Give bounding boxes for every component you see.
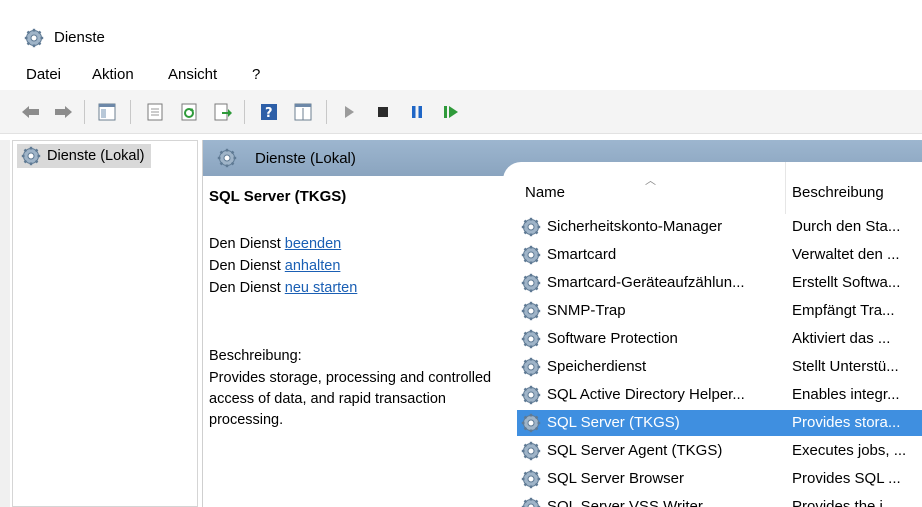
description-label: Beschreibung:: [209, 348, 302, 364]
table-row[interactable]: Sicherheitskonto-Manager Durch den Sta...: [517, 214, 922, 240]
service-gear-icon: [521, 413, 541, 433]
service-description-cell: Provides stora...: [792, 414, 901, 431]
service-description-cell: Provides SQL ...: [792, 470, 901, 487]
forward-arrow-icon[interactable]: [52, 101, 74, 123]
sort-ascending-icon: ︿: [645, 175, 656, 187]
service-gear-icon: [521, 357, 541, 377]
table-row[interactable]: SQL Active Directory Helper... Enables in…: [517, 382, 922, 408]
pause-service-icon[interactable]: [406, 101, 428, 123]
table-row[interactable]: SQL Server Agent (TKGS) Executes jobs, ..…: [517, 438, 922, 464]
services-list: ︿ Name Beschreibung Sicherheitskonto-Man…: [503, 162, 922, 507]
restart-service-link[interactable]: neu starten: [285, 280, 358, 296]
service-description-cell: Enables integr...: [792, 386, 900, 403]
show-hide-console-tree-icon[interactable]: [96, 101, 118, 123]
toolbar-separator: [84, 100, 85, 124]
service-description-cell: Aktiviert das ...: [792, 330, 891, 347]
stop-service-link[interactable]: beenden: [285, 236, 341, 252]
export-list-icon[interactable]: [212, 101, 234, 123]
service-name-cell: Speicherdienst: [547, 358, 647, 375]
stop-service-icon[interactable]: [372, 101, 394, 123]
service-name-cell: SQL Active Directory Helper...: [547, 386, 745, 403]
action-prefix: Den Dienst: [209, 258, 285, 274]
service-gear-icon: [521, 329, 541, 349]
service-description-cell: Provides the i...: [792, 498, 896, 507]
services-gear-icon: [217, 148, 237, 168]
action-stop: Den Dienst beenden: [209, 236, 341, 252]
table-row[interactable]: Speicherdienst Stellt Unterstü...: [517, 354, 922, 380]
toolbar-separator: [244, 100, 245, 124]
tree-item-services-local[interactable]: Dienste (Lokal): [17, 144, 151, 168]
menu-help[interactable]: ?: [252, 66, 260, 83]
action-restart: Den Dienst neu starten: [209, 280, 357, 296]
service-gear-icon: [521, 273, 541, 293]
window-title: Dienste: [54, 29, 105, 46]
action-prefix: Den Dienst: [209, 236, 285, 252]
service-description-cell: Executes jobs, ...: [792, 442, 907, 459]
console-tree: Dienste (Lokal): [12, 140, 198, 507]
table-row[interactable]: SQL Server VSS Writer Provides the i...: [517, 494, 922, 507]
service-description-cell: Empfängt Tra...: [792, 302, 895, 319]
service-gear-icon: [521, 217, 541, 237]
services-gear-icon: [24, 28, 44, 48]
pause-service-link[interactable]: anhalten: [285, 258, 341, 274]
service-name-cell: SQL Server Browser: [547, 470, 684, 487]
service-gear-icon: [521, 497, 541, 507]
service-gear-icon: [521, 301, 541, 321]
tree-item-label: Dienste (Lokal): [47, 148, 145, 164]
service-gear-icon: [521, 385, 541, 405]
service-description-cell: Durch den Sta...: [792, 218, 901, 235]
service-description-cell: Stellt Unterstü...: [792, 358, 899, 375]
table-row[interactable]: Smartcard-Geräteaufzählun... Erstellt Sof…: [517, 270, 922, 296]
services-panel: Dienste (Lokal) SQL Server (TKGS) Den Di…: [202, 140, 922, 507]
service-name-cell: Smartcard-Geräteaufzählun...: [547, 274, 745, 291]
toolbar-separator: [130, 100, 131, 124]
resume-service-icon[interactable]: [440, 101, 462, 123]
service-name-cell: SQL Server VSS Writer: [547, 498, 703, 507]
service-gear-icon: [521, 469, 541, 489]
refresh-icon[interactable]: [178, 101, 200, 123]
properties-icon[interactable]: [144, 101, 166, 123]
menu-datei[interactable]: Datei: [26, 66, 61, 83]
menu-bar: Datei Aktion Ansicht ?: [0, 62, 922, 88]
start-service-icon[interactable]: [338, 101, 360, 123]
table-row[interactable]: Smartcard Verwaltet den ...: [517, 242, 922, 268]
service-description-cell: Erstellt Softwa...: [792, 274, 901, 291]
panel-header-title: Dienste (Lokal): [255, 150, 356, 167]
table-row[interactable]: Software Protection Aktiviert das ...: [517, 326, 922, 352]
column-divider: [785, 162, 786, 214]
action-prefix: Den Dienst: [209, 280, 285, 296]
service-name-cell: SQL Server Agent (TKGS): [547, 442, 723, 459]
selected-service-name: SQL Server (TKGS): [209, 188, 347, 205]
service-description: Provides storage, processing and control…: [209, 370, 492, 428]
column-header-description[interactable]: Beschreibung: [792, 184, 884, 201]
services-gear-icon: [21, 146, 41, 166]
service-name-cell: Sicherheitskonto-Manager: [547, 218, 723, 235]
toolbar-separator: [326, 100, 327, 124]
menu-aktion[interactable]: Aktion: [92, 66, 134, 83]
action-pause: Den Dienst anhalten: [209, 258, 340, 274]
service-name-cell: Smartcard: [547, 246, 617, 263]
table-row[interactable]: SQL Server Browser Provides SQL ...: [517, 466, 922, 492]
svg-text:?: ?: [265, 106, 273, 121]
service-name-cell: SQL Server (TKGS): [547, 414, 680, 431]
service-gear-icon: [521, 441, 541, 461]
column-header-name[interactable]: Name: [525, 184, 565, 201]
service-name-cell: SNMP-Trap: [547, 302, 626, 319]
menu-ansicht[interactable]: Ansicht: [168, 66, 217, 83]
extended-view-icon[interactable]: [292, 101, 314, 123]
service-detail-pane: SQL Server (TKGS) Den Dienst beenden Den…: [203, 176, 503, 507]
table-row[interactable]: SNMP-Trap Empfängt Tra...: [517, 298, 922, 324]
service-name-cell: Software Protection: [547, 330, 678, 347]
service-gear-icon: [521, 245, 541, 265]
toolbar: ?: [0, 90, 922, 134]
left-edge: [0, 140, 10, 507]
title-bar: Dienste: [0, 0, 922, 62]
help-icon[interactable]: ?: [258, 101, 280, 123]
service-description-cell: Verwaltet den ...: [792, 246, 900, 263]
back-arrow-icon[interactable]: [20, 101, 42, 123]
table-row-selected[interactable]: SQL Server (TKGS) Provides stora...: [517, 410, 922, 436]
